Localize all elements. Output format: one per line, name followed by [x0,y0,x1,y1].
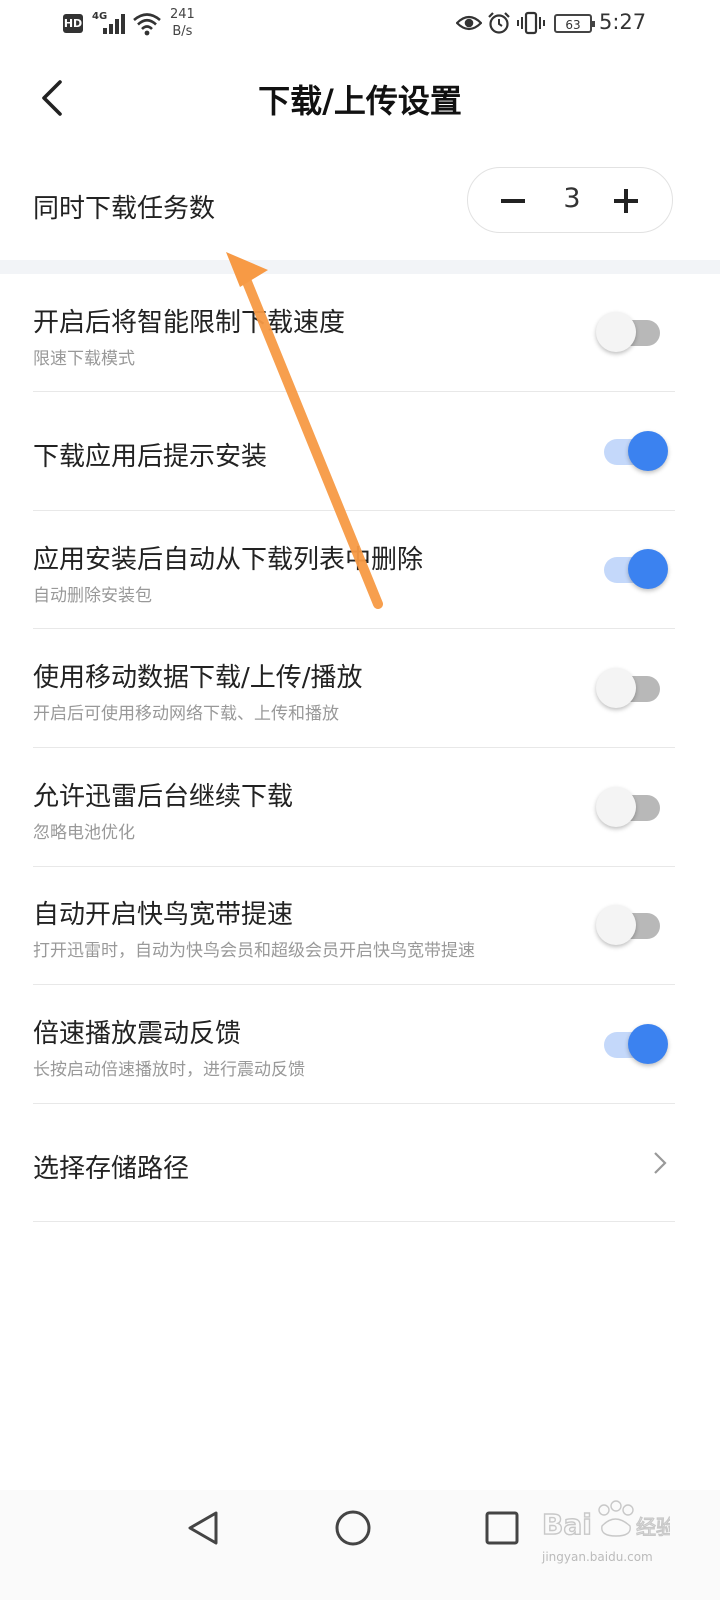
minus-icon[interactable] [500,188,526,214]
network-speed: 241 B/s [170,7,195,39]
setting-subtitle: 长按启动倍速播放时，进行震动反馈 [33,1060,305,1080]
signal-icon [103,14,125,34]
wifi-icon [133,13,161,36]
baidu-watermark-logo: Bai 经验 [541,1500,670,1542]
setting-prompt-install: 下载应用后提示安装 [0,392,720,512]
eye-icon [456,15,482,31]
speed-limit-toggle[interactable] [596,308,678,358]
nav-recent-apps-icon[interactable] [484,1510,520,1546]
chevron-right-icon [654,1152,667,1174]
setting-subtitle: 自动删除安装包 [33,586,152,606]
prompt-install-toggle[interactable] [598,427,678,477]
nav-home-icon[interactable] [333,1508,373,1548]
battery-icon: 63 [554,14,595,33]
svg-text:Bai: Bai [542,1508,592,1541]
alarm-icon [488,12,510,34]
system-nav-bar: Bai 经验 jingyan.baidu.com [0,1490,720,1600]
concurrent-downloads-stepper: 3 [467,167,673,233]
setting-title: 应用安装后自动从下载列表中删除 [33,545,424,575]
setting-broadband-boost: 自动开启快鸟宽带提速 打开迅雷时，自动为快鸟会员和超级会员开启快鸟宽带提速 [0,866,720,986]
concurrent-downloads-label: 同时下载任务数 [33,194,216,224]
setting-title: 倍速播放震动反馈 [33,1019,242,1049]
setting-subtitle: 打开迅雷时，自动为快鸟会员和超级会员开启快鸟宽带提速 [33,941,475,961]
setting-title: 使用移动数据下载/上传/播放 [33,663,363,693]
clock: 5:27 [599,10,647,34]
setting-mobile-data: 使用移动数据下载/上传/播放 开启后可使用移动网络下载、上传和播放 [0,629,720,749]
status-bar: HD 4G 241 B/s 63 5:27 [0,0,720,50]
mobile-data-toggle[interactable] [596,664,678,714]
broadband-boost-toggle[interactable] [596,901,678,951]
setting-title: 允许迅雷后台继续下载 [33,782,294,812]
section-divider [0,260,720,274]
hd-indicator: HD [63,14,83,33]
nav-back-icon[interactable] [184,1508,224,1548]
setting-title: 下载应用后提示安装 [33,442,268,472]
setting-background-download: 允许迅雷后台继续下载 忽略电池优化 [0,748,720,868]
vibration-feedback-toggle[interactable] [598,1020,678,1070]
stepper-value: 3 [563,183,581,214]
page-title: 下载/上传设置 [258,82,462,120]
setting-subtitle: 开启后可使用移动网络下载、上传和播放 [33,704,339,724]
row-divider [33,1221,675,1222]
setting-title: 开启后将智能限制下载速度 [33,308,346,338]
vibrate-icon [517,11,545,35]
auto-delete-toggle[interactable] [598,545,678,595]
concurrent-downloads-row: 同时下载任务数 3 [0,160,720,260]
setting-speed-limit: 开启后将智能限制下载速度 限速下载模式 [0,274,720,394]
plus-icon[interactable] [613,188,639,214]
background-download-toggle[interactable] [596,783,678,833]
storage-path-label: 选择存储路径 [33,1154,190,1184]
setting-auto-delete: 应用安装后自动从下载列表中删除 自动删除安装包 [0,511,720,631]
svg-text:经验: 经验 [636,1515,670,1539]
setting-vibration-feedback: 倍速播放震动反馈 长按启动倍速播放时，进行震动反馈 [0,985,720,1105]
setting-subtitle: 限速下载模式 [33,349,135,369]
setting-title: 自动开启快鸟宽带提速 [33,900,294,930]
app-header: 下载/上传设置 [0,58,720,138]
setting-storage-path[interactable]: 选择存储路径 [0,1104,720,1224]
watermark-url: jingyan.baidu.com [542,1550,653,1564]
setting-subtitle: 忽略电池优化 [33,823,135,843]
